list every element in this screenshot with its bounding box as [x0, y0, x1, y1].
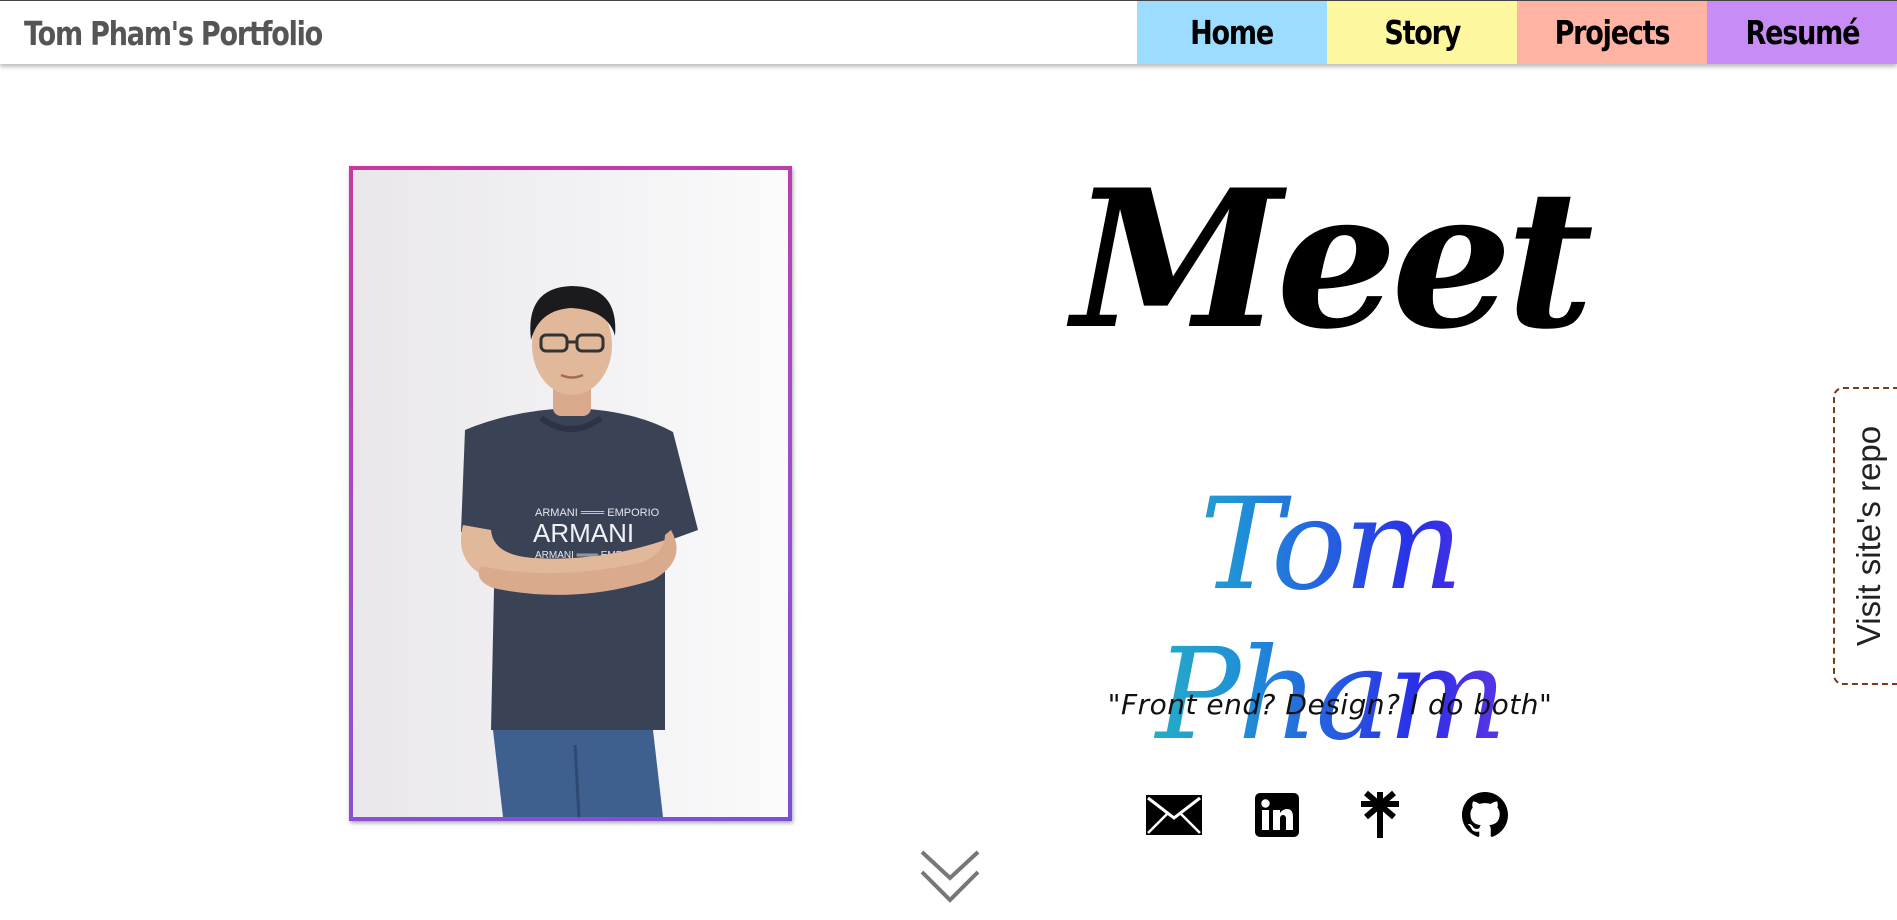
hero-tagline: "Front end? Design? I do both": [1107, 688, 1553, 721]
site-brand[interactable]: Tom Pham's Portfolio: [24, 1, 323, 64]
repo-link-tab[interactable]: Visit site's repo: [1833, 387, 1897, 685]
github-icon[interactable]: [1455, 790, 1515, 840]
nav-resume[interactable]: Resumé: [1707, 1, 1897, 64]
profile-photo-frame: ARMANI ═══ EMPORIO ARMANI ARMANI ═══ EMP…: [349, 166, 792, 821]
nav-projects[interactable]: Projects: [1517, 1, 1707, 64]
person-illustration: ARMANI ═══ EMPORIO ARMANI ARMANI ═══ EMP…: [461, 286, 698, 817]
repo-link-label: Visit site's repo: [1850, 425, 1887, 647]
nav-resume-label: Resumé: [1745, 13, 1860, 52]
linkedin-icon[interactable]: [1247, 790, 1307, 840]
hero-heading: Meet: [1072, 148, 1594, 371]
profile-photo: ARMANI ═══ EMPORIO ARMANI ARMANI ═══ EMP…: [353, 170, 788, 817]
hero-name: Tom Pham: [1040, 470, 1620, 770]
nav-story[interactable]: Story: [1327, 1, 1517, 64]
double-chevron-down-icon[interactable]: [920, 848, 980, 906]
nav-story-label: Story: [1384, 13, 1461, 52]
top-navbar: Tom Pham's Portfolio Home Story Projects…: [0, 0, 1897, 64]
envelope-icon[interactable]: [1144, 790, 1204, 840]
linktree-icon[interactable]: [1350, 790, 1410, 840]
nav-home-label: Home: [1190, 13, 1275, 52]
shirt-print-text: ARMANI: [533, 518, 634, 548]
nav-home[interactable]: Home: [1137, 1, 1327, 64]
nav-links: Home Story Projects Resumé: [1137, 1, 1897, 64]
nav-projects-label: Projects: [1554, 13, 1671, 52]
